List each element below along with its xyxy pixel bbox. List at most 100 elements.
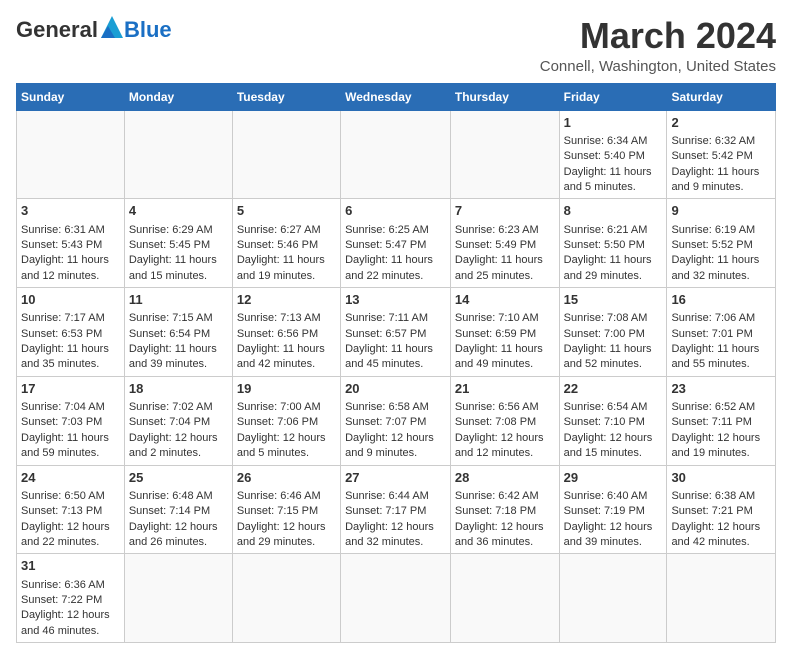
day-info-text: Sunrise: 6:21 AM (564, 223, 663, 238)
day-info-text: Sunrise: 7:11 AM (345, 311, 446, 326)
day-info-text: Daylight: 11 hours and 5 minutes. (564, 165, 663, 196)
calendar-cell: 30Sunrise: 6:38 AMSunset: 7:21 PMDayligh… (667, 465, 776, 554)
day-info-text: Sunset: 5:49 PM (455, 238, 555, 253)
weekday-header-monday: Monday (124, 83, 232, 110)
calendar-cell (232, 110, 340, 199)
day-info-text: Sunset: 6:54 PM (129, 327, 228, 342)
title-area: March 2024 Connell, Washington, United S… (540, 16, 776, 75)
weekday-header-wednesday: Wednesday (341, 83, 451, 110)
day-number: 27 (345, 469, 446, 487)
day-number: 16 (671, 291, 771, 309)
page-header: General Blue March 2024 Connell, Washing… (16, 16, 776, 75)
day-number: 21 (455, 380, 555, 398)
day-number: 12 (237, 291, 336, 309)
day-info-text: Daylight: 11 hours and 12 minutes. (21, 253, 120, 284)
calendar-week-row: 10Sunrise: 7:17 AMSunset: 6:53 PMDayligh… (17, 288, 776, 377)
day-info-text: Daylight: 12 hours and 22 minutes. (21, 520, 120, 551)
day-info-text: Daylight: 11 hours and 59 minutes. (21, 431, 120, 462)
day-info-text: Sunrise: 6:25 AM (345, 223, 446, 238)
day-info-text: Sunset: 7:10 PM (564, 415, 663, 430)
calendar-cell: 14Sunrise: 7:10 AMSunset: 6:59 PMDayligh… (450, 288, 559, 377)
calendar-cell: 31Sunrise: 6:36 AMSunset: 7:22 PMDayligh… (17, 554, 125, 643)
month-title: March 2024 (540, 16, 776, 56)
day-info-text: Daylight: 12 hours and 15 minutes. (564, 431, 663, 462)
weekday-header-saturday: Saturday (667, 83, 776, 110)
calendar-cell (341, 554, 451, 643)
day-info-text: Sunrise: 7:04 AM (21, 400, 120, 415)
calendar-cell: 19Sunrise: 7:00 AMSunset: 7:06 PMDayligh… (232, 376, 340, 465)
weekday-header-tuesday: Tuesday (232, 83, 340, 110)
day-info-text: Sunset: 5:45 PM (129, 238, 228, 253)
day-number: 17 (21, 380, 120, 398)
logo-blue-text: Blue (124, 17, 172, 43)
day-number: 26 (237, 469, 336, 487)
calendar-cell (124, 110, 232, 199)
day-info-text: Sunrise: 7:10 AM (455, 311, 555, 326)
weekday-header-sunday: Sunday (17, 83, 125, 110)
day-info-text: Daylight: 11 hours and 49 minutes. (455, 342, 555, 373)
day-info-text: Sunset: 7:17 PM (345, 504, 446, 519)
day-info-text: Sunset: 5:47 PM (345, 238, 446, 253)
day-number: 1 (564, 114, 663, 132)
calendar-cell (450, 110, 559, 199)
day-info-text: Daylight: 12 hours and 29 minutes. (237, 520, 336, 551)
day-info-text: Sunset: 5:40 PM (564, 149, 663, 164)
calendar-cell: 6Sunrise: 6:25 AMSunset: 5:47 PMDaylight… (341, 199, 451, 288)
day-info-text: Sunrise: 6:46 AM (237, 489, 336, 504)
weekday-header-friday: Friday (559, 83, 667, 110)
logo-triangle-icon (101, 16, 123, 43)
day-info-text: Sunset: 7:14 PM (129, 504, 228, 519)
day-info-text: Daylight: 12 hours and 19 minutes. (671, 431, 771, 462)
day-info-text: Daylight: 11 hours and 35 minutes. (21, 342, 120, 373)
day-number: 9 (671, 202, 771, 220)
day-info-text: Sunset: 7:19 PM (564, 504, 663, 519)
day-info-text: Daylight: 12 hours and 2 minutes. (129, 431, 228, 462)
calendar-cell: 23Sunrise: 6:52 AMSunset: 7:11 PMDayligh… (667, 376, 776, 465)
day-info-text: Sunrise: 6:29 AM (129, 223, 228, 238)
day-info-text: Sunrise: 6:40 AM (564, 489, 663, 504)
day-info-text: Daylight: 11 hours and 9 minutes. (671, 165, 771, 196)
day-info-text: Sunset: 6:56 PM (237, 327, 336, 342)
day-info-text: Daylight: 12 hours and 39 minutes. (564, 520, 663, 551)
day-number: 28 (455, 469, 555, 487)
calendar-cell: 1 Sunrise: 6:34 AMSunset: 5:40 PMDaylight… (559, 110, 667, 199)
day-info-text: Daylight: 11 hours and 39 minutes. (129, 342, 228, 373)
day-info-text: Sunset: 7:04 PM (129, 415, 228, 430)
calendar-cell: 24Sunrise: 6:50 AMSunset: 7:13 PMDayligh… (17, 465, 125, 554)
day-info-text: Daylight: 11 hours and 15 minutes. (129, 253, 228, 284)
day-info-text: Daylight: 12 hours and 42 minutes. (671, 520, 771, 551)
day-number: 31 (21, 557, 120, 575)
day-info-text: Sunrise: 7:00 AM (237, 400, 336, 415)
day-info-text: Daylight: 12 hours and 36 minutes. (455, 520, 555, 551)
day-info-text: Daylight: 11 hours and 22 minutes. (345, 253, 446, 284)
weekday-header-thursday: Thursday (450, 83, 559, 110)
day-info-text: Daylight: 12 hours and 46 minutes. (21, 608, 120, 639)
day-info-text: Sunrise: 7:17 AM (21, 311, 120, 326)
day-number: 22 (564, 380, 663, 398)
day-info-text: Sunset: 7:18 PM (455, 504, 555, 519)
day-info-text: Sunrise: 6:23 AM (455, 223, 555, 238)
day-number: 11 (129, 291, 228, 309)
day-info-text: Sunrise: 7:08 AM (564, 311, 663, 326)
day-info-text: Sunset: 5:52 PM (671, 238, 771, 253)
day-info-text: Sunrise: 6:34 AM (564, 134, 663, 149)
day-info-text: Sunset: 7:11 PM (671, 415, 771, 430)
day-info-text: Daylight: 11 hours and 25 minutes. (455, 253, 555, 284)
day-info-text: Sunrise: 6:27 AM (237, 223, 336, 238)
calendar-cell (232, 554, 340, 643)
calendar-cell: 27Sunrise: 6:44 AMSunset: 7:17 PMDayligh… (341, 465, 451, 554)
calendar-cell: 28Sunrise: 6:42 AMSunset: 7:18 PMDayligh… (450, 465, 559, 554)
day-number: 14 (455, 291, 555, 309)
calendar-header-row: SundayMondayTuesdayWednesdayThursdayFrid… (17, 83, 776, 110)
day-number: 30 (671, 469, 771, 487)
calendar-cell: 7Sunrise: 6:23 AMSunset: 5:49 PMDaylight… (450, 199, 559, 288)
day-info-text: Sunrise: 6:58 AM (345, 400, 446, 415)
day-number: 15 (564, 291, 663, 309)
day-info-text: Sunset: 7:08 PM (455, 415, 555, 430)
day-info-text: Sunset: 5:43 PM (21, 238, 120, 253)
day-info-text: Daylight: 11 hours and 55 minutes. (671, 342, 771, 373)
day-number: 23 (671, 380, 771, 398)
day-info-text: Sunset: 5:46 PM (237, 238, 336, 253)
day-info-text: Daylight: 12 hours and 32 minutes. (345, 520, 446, 551)
calendar-cell: 3Sunrise: 6:31 AMSunset: 5:43 PMDaylight… (17, 199, 125, 288)
